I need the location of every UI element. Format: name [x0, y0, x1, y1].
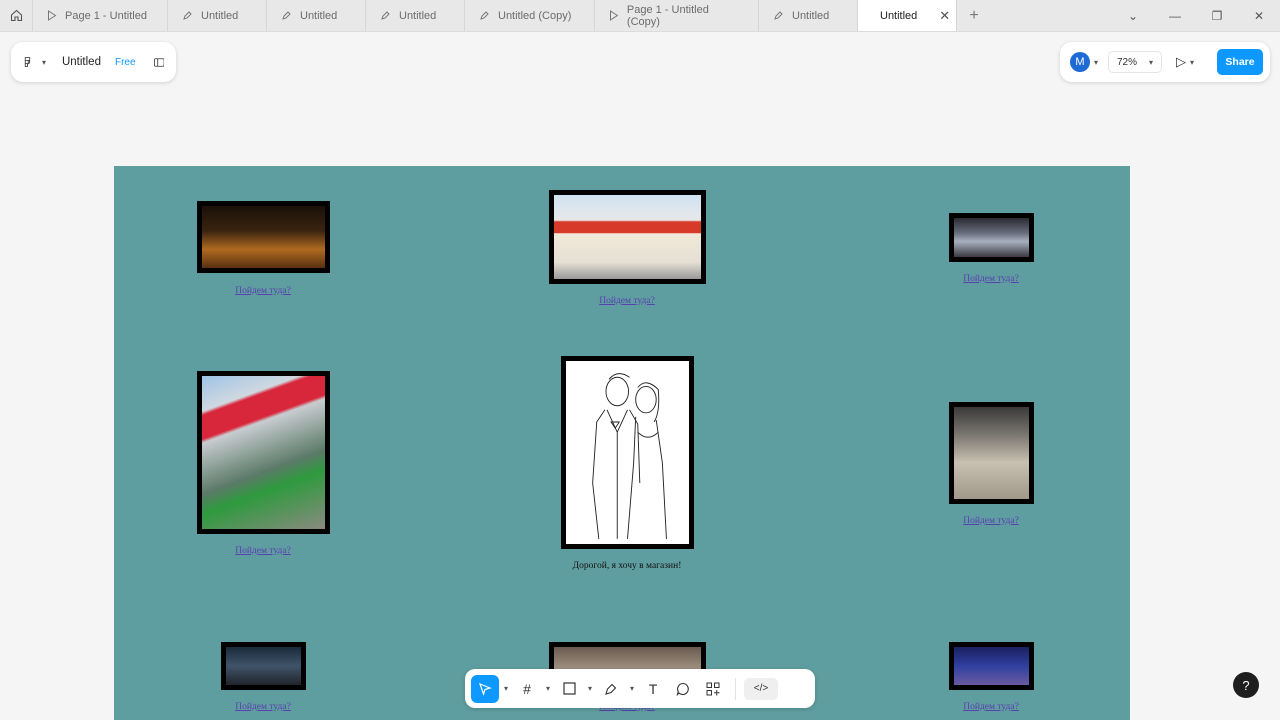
pen-icon: [774, 11, 783, 20]
rectangle-tool[interactable]: [555, 675, 583, 703]
home-icon: [10, 9, 22, 22]
store-image-row3-right: [949, 642, 1034, 690]
file-title[interactable]: Untitled: [62, 56, 101, 68]
tab-untitled[interactable]: Untitled: [759, 0, 858, 31]
comment-tool[interactable]: [669, 675, 697, 703]
store-link[interactable]: Пойдем туда?: [963, 702, 1019, 712]
store-image-moya-tsena: [549, 190, 706, 284]
tab-page-1-untitled-copy[interactable]: Page 1 - Untitled (Copy): [595, 0, 759, 31]
share-button[interactable]: Share: [1217, 49, 1263, 75]
chevron-down-icon[interactable]: ▾: [501, 684, 511, 693]
window-controls: ⌄ — ❐ ✕: [1112, 0, 1280, 31]
file-panel: ▾ Untitled Free: [11, 42, 176, 82]
comment-icon: [676, 682, 689, 696]
pen-tool[interactable]: [597, 675, 625, 703]
couple-illustration: [561, 356, 694, 549]
zoom-value: 72%: [1117, 56, 1138, 68]
plus-icon: +: [969, 6, 979, 24]
tab-label: Page 1 - Untitled (Copy): [626, 3, 709, 28]
store-link[interactable]: Пойдем туда?: [963, 274, 1019, 284]
tab-label: Untitled: [792, 9, 830, 22]
store-image-pyaterochka: [197, 371, 330, 534]
tab-untitled[interactable]: Untitled: [366, 0, 465, 31]
figma-menu-icon[interactable]: [23, 55, 32, 69]
close-window-icon[interactable]: ✕: [1238, 9, 1280, 23]
store-image-tsc: [949, 213, 1034, 262]
present-icon[interactable]: ▷: [1176, 54, 1186, 70]
pen-icon: [381, 11, 390, 20]
play-icon: [609, 10, 619, 21]
tab-bar: Page 1 - Untitled Untitled Untitled Unti…: [0, 0, 1280, 32]
chevron-down-icon: ▾: [1149, 57, 1154, 67]
move-tool[interactable]: [471, 674, 499, 703]
store-link[interactable]: Пойдем туда?: [235, 702, 291, 712]
tab-label: Untitled: [201, 9, 239, 22]
question-icon: ?: [1242, 677, 1250, 693]
apps-icon: [706, 682, 720, 695]
home-button[interactable]: [0, 0, 33, 31]
store-link[interactable]: Пойдем туда?: [235, 546, 291, 556]
store-image-tsum: [197, 201, 330, 273]
chevron-down-icon[interactable]: ▾: [585, 684, 595, 693]
actions-tool[interactable]: [699, 675, 727, 703]
sidebar-toggle-icon[interactable]: [153, 57, 164, 68]
pen-tool-icon: [605, 683, 617, 695]
code-icon: </>: [753, 683, 769, 694]
dev-mode-toggle[interactable]: </>: [744, 677, 778, 700]
zoom-select[interactable]: 72% ▾: [1108, 51, 1163, 73]
rectangle-icon: [562, 682, 576, 695]
store-link[interactable]: Пойдем туда?: [599, 296, 655, 306]
cursor-icon: [478, 682, 492, 696]
toolbar-divider: [735, 677, 736, 700]
frame-tool[interactable]: #: [513, 675, 541, 703]
tools-toolbar: ▾ # ▾ ▾ ▾ T </>: [465, 669, 815, 708]
plan-badge: Free: [114, 56, 136, 68]
chevron-down-icon[interactable]: ▾: [627, 684, 637, 693]
chevron-down-icon[interactable]: ⌄: [1112, 9, 1154, 23]
restore-icon[interactable]: ❐: [1196, 9, 1238, 23]
tab-untitled[interactable]: Untitled: [168, 0, 267, 31]
chevron-down-icon[interactable]: ▾: [1094, 58, 1098, 67]
store-link[interactable]: Пойдем туда?: [235, 286, 291, 296]
tab-label: Untitled (Copy): [498, 9, 572, 22]
store-image-ostin: [949, 402, 1034, 504]
help-button[interactable]: ?: [1233, 672, 1259, 698]
couple-sketch: [566, 361, 689, 544]
tab-label: Untitled: [880, 9, 918, 22]
new-tab-button[interactable]: +: [957, 0, 991, 31]
controls-panel: M ▾ 72% ▾ ▷ ▾ Share: [1060, 42, 1270, 82]
minimize-icon[interactable]: —: [1154, 9, 1196, 23]
tab-label: Untitled: [300, 9, 338, 22]
avatar[interactable]: M: [1070, 52, 1090, 72]
tab-untitled-active[interactable]: Untitled ✕: [858, 0, 957, 31]
center-caption: Дорогой, я хочу в магазин!: [572, 561, 682, 571]
tab-label: Page 1 - Untitled: [65, 9, 147, 22]
store-image-row3-left: [221, 642, 306, 690]
chevron-down-icon[interactable]: ▾: [1190, 58, 1194, 67]
pen-icon: [480, 11, 489, 20]
text-tool[interactable]: T: [639, 675, 667, 703]
frame-icon: #: [523, 680, 531, 697]
close-tab-icon[interactable]: ✕: [939, 8, 950, 24]
pen-icon: [282, 11, 291, 20]
store-link[interactable]: Пойдем туда?: [963, 516, 1019, 526]
play-icon: [48, 10, 57, 21]
tab-untitled-copy[interactable]: Untitled (Copy): [465, 0, 595, 31]
tab-page-1-untitled[interactable]: Page 1 - Untitled: [33, 0, 168, 31]
text-icon: T: [648, 680, 658, 697]
chevron-down-icon[interactable]: ▾: [543, 684, 553, 693]
tab-untitled[interactable]: Untitled: [267, 0, 366, 31]
pen-icon: [183, 11, 192, 20]
chevron-down-icon[interactable]: ▾: [42, 58, 46, 67]
design-frame[interactable]: Пойдем туда? Пойдем туда? Пойдем туда? П…: [114, 166, 1130, 720]
tab-label: Untitled: [399, 9, 437, 22]
